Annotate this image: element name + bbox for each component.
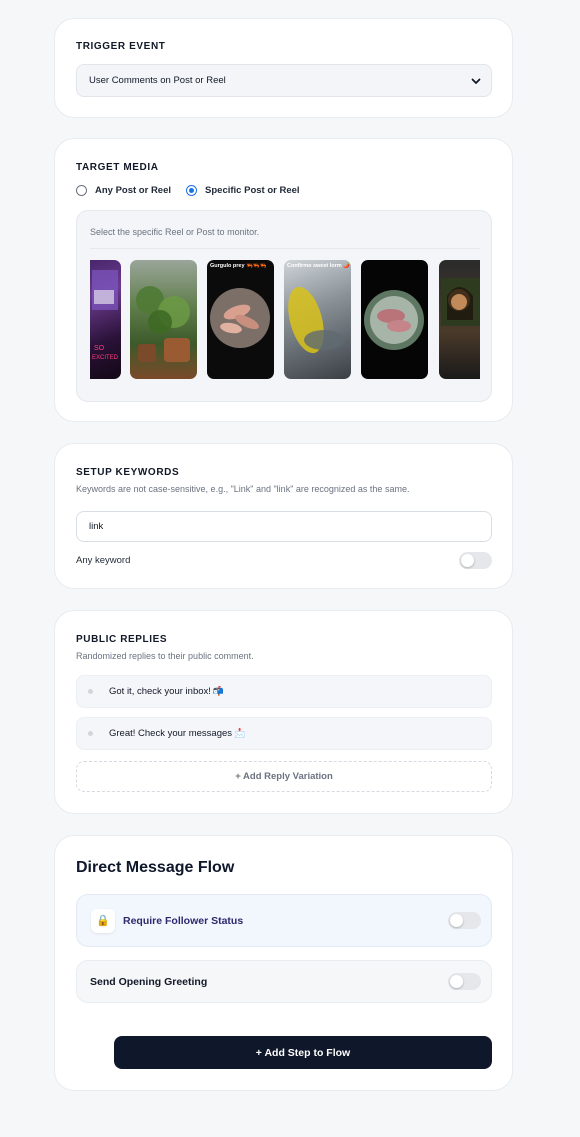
reply-variation-item[interactable]: Great! Check your messages 📩 — [76, 717, 492, 750]
toggle-knob — [450, 914, 463, 927]
trigger-event-selected-value: User Comments on Post or Reel — [89, 75, 226, 86]
svg-text:EXCITED: EXCITED — [92, 355, 119, 361]
media-thumbnail-image — [136, 286, 190, 362]
media-thumbnail-image — [441, 278, 480, 326]
media-thumbnail-image — [210, 288, 270, 348]
trigger-event-card: TRIGGER EVENT User Comments on Post or R… — [54, 18, 513, 118]
setup-keywords-title: SETUP KEYWORDS — [76, 467, 180, 478]
opening-greeting-toggle[interactable] — [448, 973, 481, 990]
media-thumbnail[interactable] — [361, 260, 428, 379]
bullet-dot-icon — [88, 731, 93, 736]
setup-keywords-card: SETUP KEYWORDS Keywords are not case-sen… — [54, 443, 513, 589]
public-replies-subtitle: Randomized replies to their public comme… — [76, 651, 254, 661]
bullet-dot-icon — [88, 689, 93, 694]
public-replies-card: PUBLIC REPLIES Randomized replies to the… — [54, 610, 513, 814]
media-thumbnail-image — [364, 290, 424, 350]
svg-text:SO: SO — [94, 345, 105, 352]
reply-text: Great! Check your messages — [109, 728, 233, 739]
target-media-title: TARGET MEDIA — [76, 162, 159, 173]
radio-specific-post-indicator[interactable] — [186, 185, 198, 196]
radio-any-post[interactable]: Any Post or Reel — [76, 185, 171, 196]
require-follower-row: 🔒 Require Follower Status — [76, 894, 492, 947]
media-thumbnail[interactable] — [130, 260, 197, 379]
toggle-knob — [461, 554, 474, 567]
lock-emoji: 🔒 — [96, 915, 110, 927]
setup-keywords-subtitle: Keywords are not case-sensitive, e.g., "… — [76, 484, 410, 494]
media-thumbnail[interactable] — [439, 260, 480, 379]
toggle-knob — [450, 975, 463, 988]
media-thumbnail[interactable]: Confirmo sweet Iorm 🌶️ — [284, 260, 351, 379]
media-thumbnail-strip[interactable]: SO EXCITED Gurgulo prey 🦐🦐🦐 Confirmo swe… — [90, 248, 480, 382]
media-thumbnail-caption: Gurgulo prey 🦐🦐🦐 — [210, 263, 267, 269]
direct-message-flow-title: Direct Message Flow — [76, 859, 235, 876]
public-replies-title: PUBLIC REPLIES — [76, 634, 168, 645]
any-keyword-toggle[interactable] — [459, 552, 492, 569]
media-thumbnail-caption: Confirmo sweet Iorm 🌶️ — [287, 263, 351, 269]
add-step-to-flow-button[interactable]: + Add Step to Flow — [114, 1036, 492, 1069]
keyword-input[interactable]: link — [76, 511, 492, 542]
opening-greeting-row: Send Opening Greeting — [76, 960, 492, 1003]
media-thumbnail[interactable]: SO EXCITED — [90, 260, 121, 379]
reply-variation-item[interactable]: Got it, check your inbox! 📬 — [76, 675, 492, 708]
target-media-radio-group: Any Post or Reel Specific Post or Reel — [76, 185, 315, 196]
radio-specific-post-label: Specific Post or Reel — [205, 185, 300, 196]
media-thumbnail-image: SO EXCITED — [92, 270, 119, 361]
media-thumbnail[interactable]: Gurgulo prey 🦐🦐🦐 — [207, 260, 274, 379]
trigger-event-select[interactable]: User Comments on Post or Reel — [76, 64, 492, 97]
trigger-event-title: TRIGGER EVENT — [76, 41, 166, 52]
chevron-down-icon — [471, 78, 481, 84]
opening-greeting-label: Send Opening Greeting — [90, 975, 208, 988]
require-follower-toggle[interactable] — [448, 912, 481, 929]
require-follower-label: Require Follower Status — [123, 914, 244, 927]
media-picker-panel: Select the specific Reel or Post to moni… — [76, 210, 492, 402]
target-media-card: TARGET MEDIA Any Post or Reel Specific P… — [54, 138, 513, 422]
lock-icon: 🔒 — [91, 908, 115, 933]
any-keyword-label: Any keyword — [76, 555, 131, 566]
keyword-input-value: link — [89, 521, 104, 532]
radio-any-post-label: Any Post or Reel — [95, 185, 172, 196]
envelope-emoji-icon: 📩 — [234, 728, 246, 738]
mailbox-emoji-icon: 📬 — [212, 686, 225, 696]
radio-any-post-indicator[interactable] — [76, 185, 87, 196]
media-picker-hint: Select the specific Reel or Post to moni… — [90, 227, 260, 237]
media-thumbnail-image — [288, 286, 344, 354]
radio-specific-post[interactable]: Specific Post or Reel — [186, 185, 300, 196]
add-reply-variation-button[interactable]: + Add Reply Variation — [76, 761, 492, 792]
reply-text: Got it, check your inbox! — [109, 686, 211, 697]
direct-message-flow-card: Direct Message Flow 🔒 Require Follower S… — [54, 835, 513, 1091]
